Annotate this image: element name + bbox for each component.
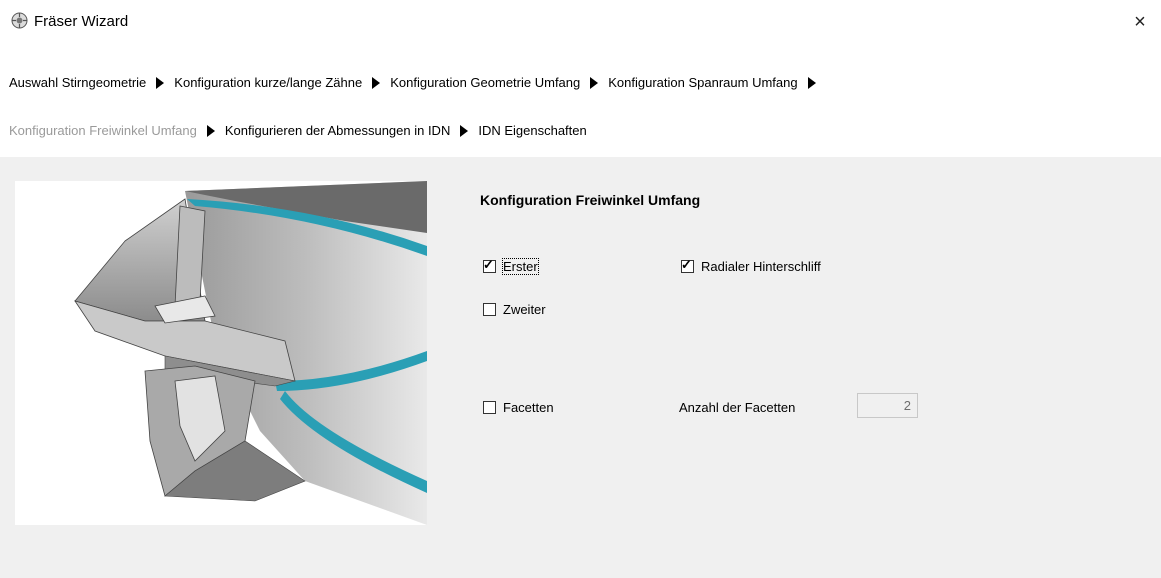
zweiter-label: Zweiter: [503, 302, 546, 317]
checkmark-icon: ✓: [483, 257, 494, 272]
app-icon: [11, 12, 28, 29]
checkmark-icon: ✓: [681, 257, 692, 272]
radialer-hinterschliff-checkbox[interactable]: ✓ Radialer Hinterschliff: [681, 257, 821, 274]
arrow-right-icon: [206, 124, 215, 137]
step-konfiguration-geometrie[interactable]: Konfiguration Geometrie Umfang: [390, 75, 580, 90]
radialer-hinterschliff-label: Radialer Hinterschliff: [701, 259, 821, 274]
checkbox-box[interactable]: ✓: [681, 257, 694, 273]
checkbox-box[interactable]: [483, 303, 496, 316]
checkbox-box[interactable]: [483, 401, 496, 414]
step-konfiguration-freiwinkel[interactable]: Konfiguration Freiwinkel Umfang: [9, 123, 197, 138]
anzahl-facetten-label: Anzahl der Facetten: [679, 400, 796, 415]
checkbox-box[interactable]: ✓: [483, 257, 496, 273]
anzahl-facetten-input[interactable]: 2: [857, 393, 918, 418]
step-idn-eigenschaften[interactable]: IDN Eigenschaften: [478, 123, 586, 138]
close-button[interactable]: ×: [1125, 8, 1155, 36]
wizard-steps-row2: Konfiguration Freiwinkel Umfang Konfiguri…: [9, 122, 1159, 138]
arrow-right-icon: [372, 76, 381, 89]
arrow-right-icon: [460, 124, 469, 137]
title-bar: Fräser Wizard ×: [0, 0, 1161, 44]
arrow-right-icon: [156, 76, 165, 89]
section-title: Konfiguration Freiwinkel Umfang: [480, 192, 701, 208]
zweiter-checkbox[interactable]: Zweiter: [483, 302, 546, 317]
step-abmessungen-idn[interactable]: Konfigurieren der Abmessungen in IDN: [225, 123, 450, 138]
arrow-right-icon: [807, 76, 816, 89]
step-konfiguration-zaehne[interactable]: Konfiguration kurze/lange Zähne: [174, 75, 362, 90]
erster-label: Erster: [502, 258, 539, 275]
window-title: Fräser Wizard: [34, 13, 129, 30]
arrow-right-icon: [590, 76, 599, 89]
close-icon: ×: [1134, 11, 1146, 33]
facetten-label: Facetten: [503, 400, 554, 415]
end-mill-illustration: [74, 181, 427, 525]
step-auswahl-stirngeometrie[interactable]: Auswahl Stirngeometrie: [9, 75, 146, 90]
facetten-checkbox[interactable]: Facetten: [483, 400, 554, 415]
step-konfiguration-spanraum[interactable]: Konfiguration Spanraum Umfang: [608, 75, 797, 90]
wizard-steps-row1: Auswahl Stirngeometrie Konfiguration kurz…: [9, 74, 1159, 90]
cutter-preview-image: [15, 181, 427, 525]
erster-checkbox[interactable]: ✓ Erster: [483, 257, 539, 275]
